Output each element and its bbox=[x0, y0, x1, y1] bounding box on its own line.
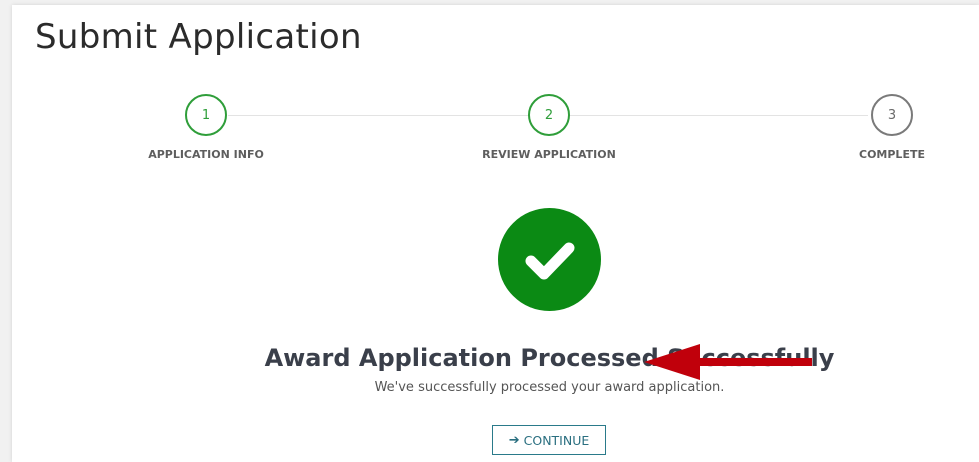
step-number: 1 bbox=[185, 94, 227, 136]
check-circle-icon bbox=[498, 208, 601, 311]
red-arrow-icon bbox=[644, 344, 812, 380]
arrow-right-icon: ➔ bbox=[508, 432, 520, 448]
step-number: 2 bbox=[528, 94, 570, 136]
step-label: COMPLETE bbox=[859, 148, 925, 161]
step-label: REVIEW APPLICATION bbox=[482, 148, 616, 161]
step-review-application: 2 REVIEW APPLICATION bbox=[439, 94, 659, 161]
continue-button[interactable]: ➔ CONTINUE bbox=[492, 425, 606, 455]
step-label: APPLICATION INFO bbox=[148, 148, 264, 161]
application-card: Submit Application 1 APPLICATION INFO 2 … bbox=[12, 5, 979, 462]
success-message: We've successfully processed your award … bbox=[374, 380, 725, 395]
page-title: Submit Application bbox=[35, 17, 362, 57]
step-number: 3 bbox=[871, 94, 913, 136]
continue-label: CONTINUE bbox=[523, 432, 590, 448]
step-application-info: 1 APPLICATION INFO bbox=[96, 94, 316, 161]
step-complete: 3 COMPLETE bbox=[782, 94, 979, 161]
success-headline: Award Application Processed Successfully bbox=[264, 344, 835, 372]
